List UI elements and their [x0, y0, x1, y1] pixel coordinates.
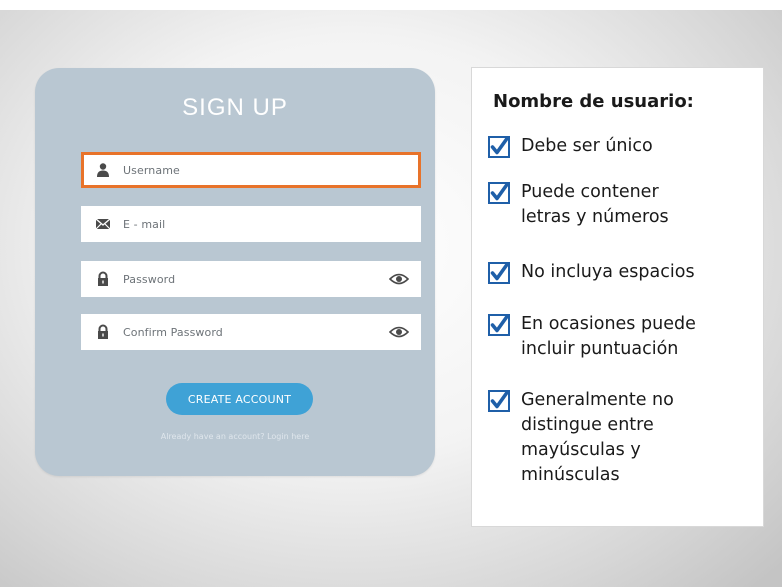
lock-icon — [98, 324, 108, 339]
checkbox-checked-icon — [488, 262, 510, 284]
requirement-item: En ocasiones puede incluir puntuación — [488, 312, 751, 362]
requirement-item: No incluya espacios — [488, 260, 751, 285]
email-placeholder: E - mail — [123, 217, 166, 231]
requirement-text: Puede contener letras y números — [521, 182, 669, 227]
requirement-item: Debe ser único — [488, 134, 751, 159]
login-link[interactable]: Already have an account? Login here — [35, 432, 435, 441]
eye-icon[interactable] — [389, 272, 409, 286]
envelope-icon — [95, 218, 111, 230]
confirm-password-field[interactable]: Confirm Password — [81, 314, 421, 350]
requirement-text: Generalmente no distingue entre mayúscul… — [521, 390, 674, 485]
user-icon — [97, 163, 109, 177]
requirement-text: En ocasiones puede incluir puntuación — [521, 314, 696, 359]
top-bar — [0, 0, 782, 10]
username-requirements-panel: Nombre de usuario: Debe ser único Puede … — [471, 67, 764, 527]
signup-form: SIGN UP Username E - mail Password Confi… — [35, 68, 435, 476]
requirement-item: Generalmente no distingue entre mayúscul… — [488, 388, 751, 488]
password-field[interactable]: Password — [81, 261, 421, 297]
requirement-text: No incluya espacios — [521, 262, 695, 282]
requirement-text: Debe ser único — [521, 136, 653, 156]
lock-icon — [98, 271, 108, 286]
checkbox-checked-icon — [488, 390, 510, 412]
username-placeholder: Username — [123, 163, 180, 177]
confirm-password-placeholder: Confirm Password — [123, 325, 223, 339]
checkbox-checked-icon — [488, 136, 510, 158]
checkbox-checked-icon — [488, 182, 510, 204]
requirements-title: Nombre de usuario: — [493, 91, 694, 112]
create-account-button[interactable]: CREATE ACCOUNT — [166, 383, 313, 415]
username-field[interactable]: Username — [81, 152, 421, 188]
checkbox-checked-icon — [488, 314, 510, 336]
password-placeholder: Password — [123, 272, 176, 286]
email-field[interactable]: E - mail — [81, 206, 421, 242]
requirement-item: Puede contener letras y números — [488, 180, 751, 230]
eye-icon[interactable] — [389, 325, 409, 339]
signup-title: SIGN UP — [182, 94, 288, 121]
